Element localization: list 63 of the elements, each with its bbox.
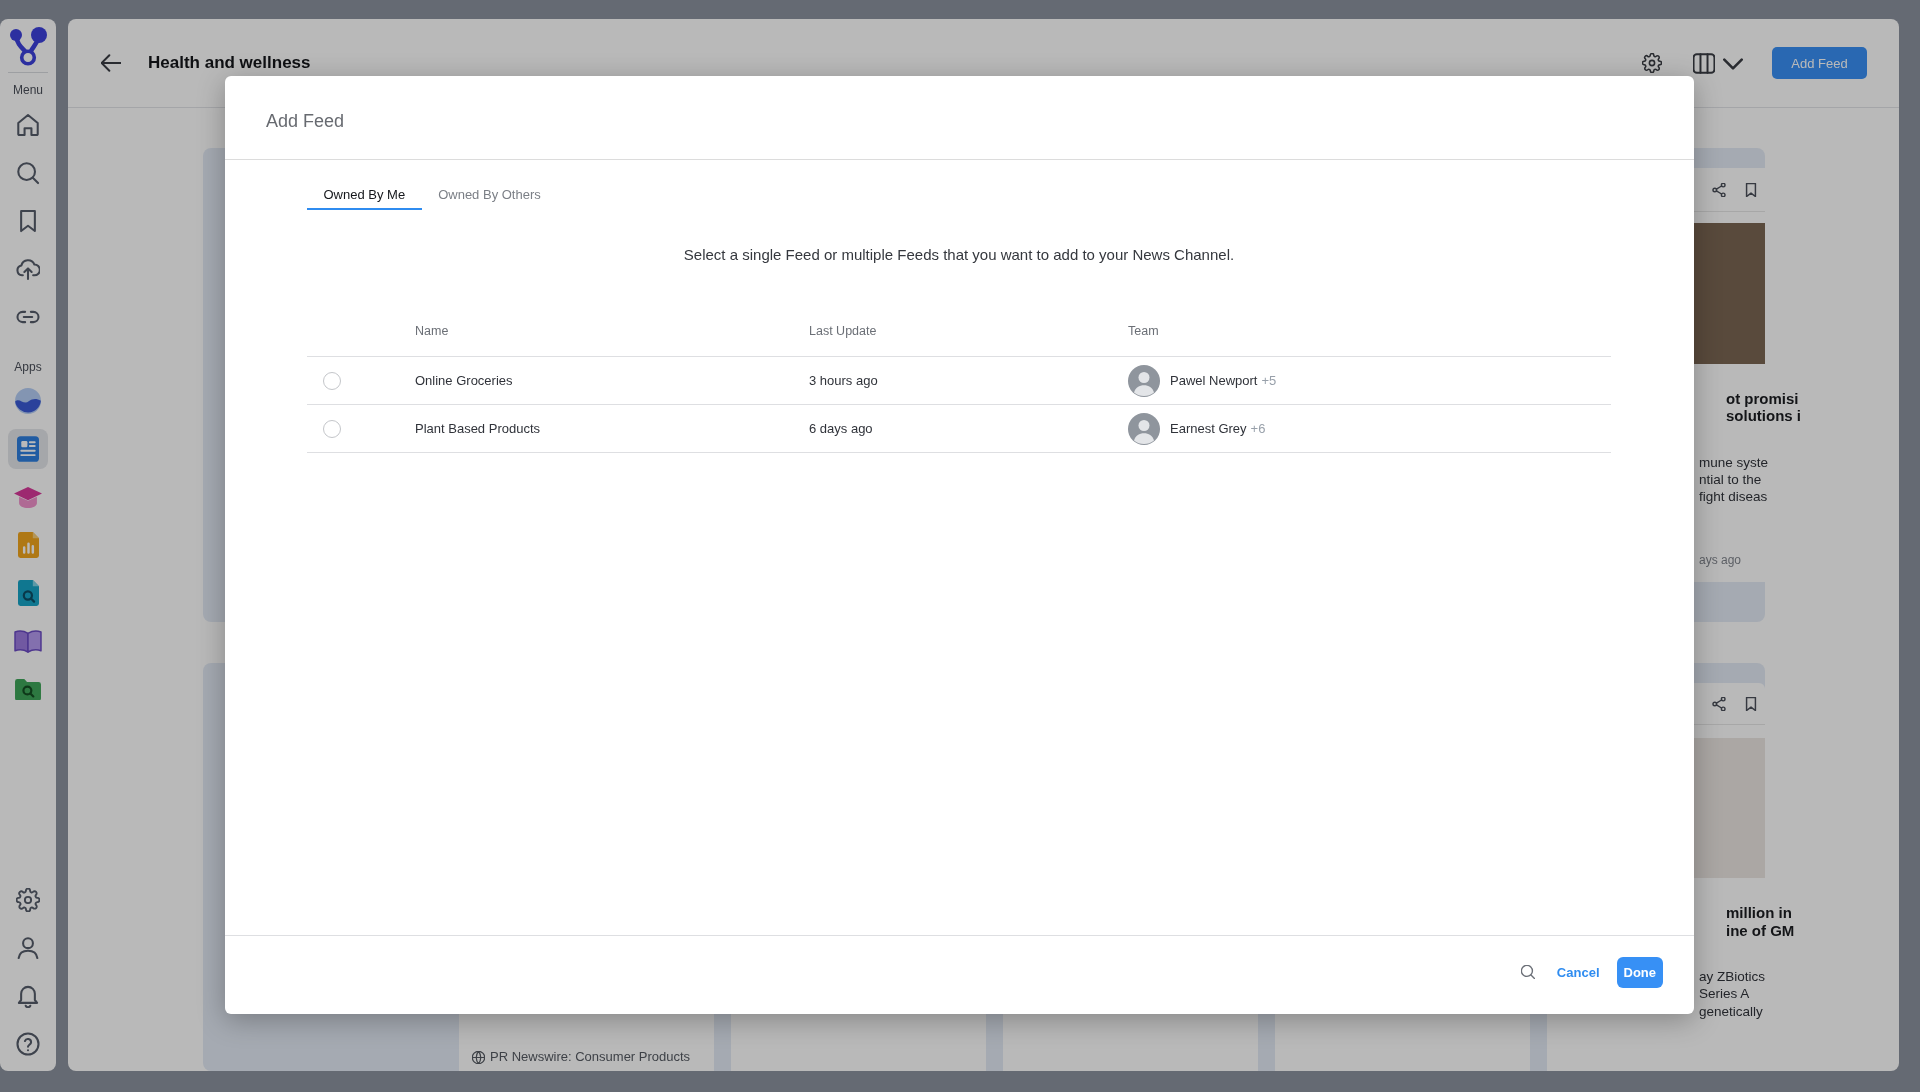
logo-icon[interactable]	[8, 26, 48, 66]
settings-icon[interactable]	[16, 888, 40, 912]
avatar-icon	[1128, 364, 1160, 397]
card-title-text: ot promisi	[1726, 389, 1799, 407]
last-update-text: 3 hours ago	[809, 373, 879, 388]
source-label: PR Newswire: Consumer Products	[490, 1049, 691, 1065]
avatar-icon	[1128, 412, 1160, 445]
book-icon	[14, 629, 42, 653]
folder-search-icon	[15, 678, 41, 700]
instruction-text: Select a single Feed or multiple Feeds that you want to add to your News Channel.	[682, 246, 1236, 264]
column-header: Name	[415, 323, 450, 339]
help-icon[interactable]	[16, 1032, 40, 1056]
done-button[interactable]: Done	[1616, 956, 1663, 988]
card-title-text: solutions i	[1726, 406, 1801, 424]
search-icon[interactable]	[16, 161, 40, 185]
menu-label: Menu	[13, 84, 43, 97]
tab[interactable]: Owned By Others	[421, 180, 558, 210]
feed-name: Online Groceries	[415, 373, 514, 388]
home-icon[interactable]	[16, 113, 40, 137]
last-update-text: 6 days ago	[809, 421, 874, 436]
radio-button[interactable]	[323, 419, 341, 438]
columns-icon[interactable]	[1693, 52, 1715, 74]
tab[interactable]: Owned By Me	[307, 180, 422, 210]
card-description-text: ntial to the	[1699, 470, 1762, 488]
column-header: Last Update	[809, 323, 878, 339]
card-time-text: ays ago	[1699, 552, 1742, 568]
app-item[interactable]	[8, 429, 48, 469]
card-description-text: ay ZBiotics	[1699, 967, 1766, 985]
team-member-name: Pawel Newport	[1170, 373, 1258, 388]
team-more-count: +6	[1250, 421, 1266, 436]
apps-label: Apps	[14, 361, 42, 374]
back-arrow-icon[interactable]	[101, 53, 121, 73]
user-icon[interactable]	[16, 936, 40, 960]
cloud-upload-icon[interactable]	[16, 257, 40, 281]
globe-icon	[472, 1050, 485, 1064]
card-description-text: Series A	[1699, 985, 1750, 1003]
card-description-text: fight diseas	[1699, 487, 1768, 505]
team-more-count: +5	[1261, 373, 1277, 388]
bar-chart-document-icon	[17, 532, 39, 558]
document-search-icon	[17, 580, 39, 606]
share-icon[interactable]	[1712, 182, 1726, 197]
card-title-text: million in	[1726, 904, 1792, 922]
search-icon[interactable]	[1520, 965, 1535, 979]
graduation-cap-icon	[14, 486, 42, 508]
settings-icon[interactable]	[1642, 53, 1662, 73]
chevron-down-icon[interactable]	[1723, 58, 1743, 70]
bell-icon[interactable]	[16, 984, 40, 1008]
bookmark-icon[interactable]	[1745, 696, 1757, 711]
card-title-text: ine of GM	[1726, 922, 1795, 940]
radio-button[interactable]	[323, 371, 341, 390]
share-icon[interactable]	[1712, 696, 1726, 711]
column-header: Team	[1128, 323, 1160, 339]
bookmark-icon[interactable]	[1745, 182, 1757, 197]
cancel-button[interactable]: Cancel	[1556, 964, 1600, 980]
wave-circle-icon	[15, 388, 41, 414]
card-description-text: genetically	[1699, 1002, 1763, 1020]
card-description-text: mune syste	[1699, 453, 1769, 471]
add-feed-button[interactable]: Add Feed	[1772, 47, 1867, 79]
feed-name: Plant Based Products	[415, 421, 542, 436]
team-member-name: Earnest Grey	[1170, 421, 1247, 436]
page-title: Health and wellness	[148, 53, 311, 73]
newspaper-icon	[17, 436, 39, 462]
dialog-title: Add Feed	[266, 111, 345, 132]
